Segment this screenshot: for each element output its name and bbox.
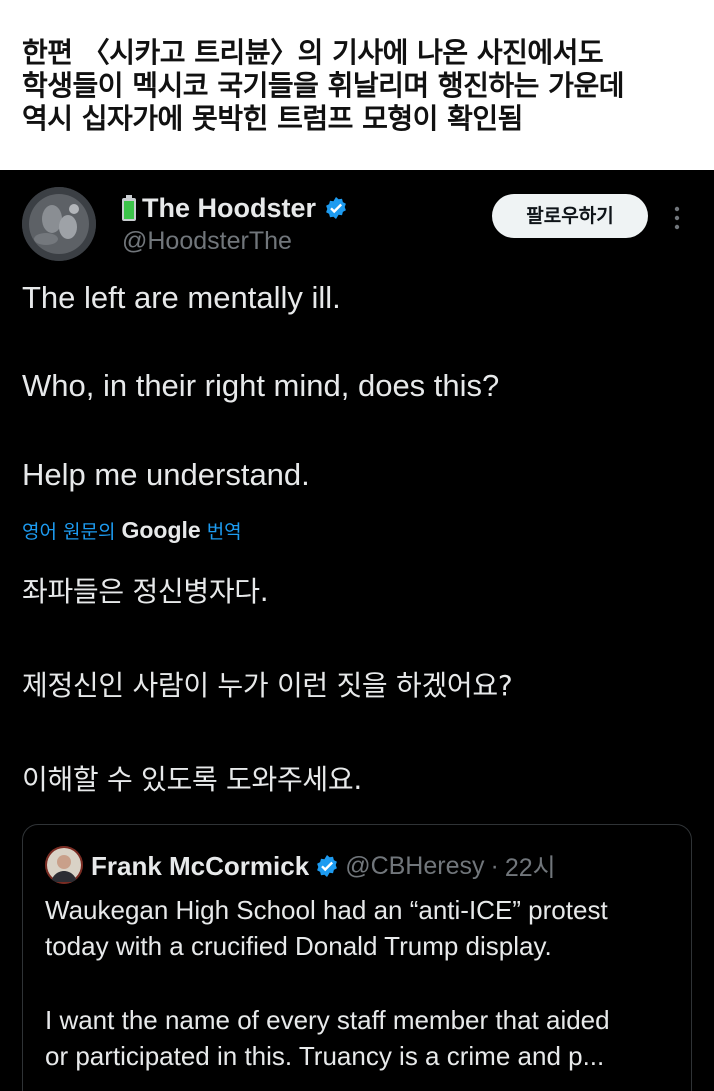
tweet-text-line-3: Help me understand.: [22, 457, 310, 492]
tweet-text-line-1: The left are mentally ill.: [22, 280, 341, 315]
caption-line-3: 역시 십자가에 못박힌 트럼프 모형이 확인됨: [22, 102, 523, 135]
caption-line-1: 한편 〈시카고 트리뷴〉의 기사에 나온 사진에서도: [22, 36, 604, 69]
translated-line-2: 제정신인 사람이 누가 이런 짓을 하겠어요?: [22, 669, 513, 702]
more-vertical-icon[interactable]: [672, 205, 682, 231]
caption-line-2: 학생들이 멕시코 국기들을 휘날리며 행진하는 가운데: [22, 69, 624, 102]
follow-button[interactable]: 팔로우하기: [492, 194, 648, 238]
translation-suffix: 번역: [206, 521, 242, 543]
quoted-text-line-1: Waukegan High School had an “anti-ICE” p…: [45, 895, 608, 925]
quoted-timestamp[interactable]: 22시: [505, 848, 556, 884]
avatar[interactable]: [22, 187, 96, 261]
translated-line-1: 좌파들은 정신병자다.: [22, 575, 269, 608]
quoted-avatar[interactable]: [45, 846, 83, 884]
translated-line-3: 이해할 수 있도록 도와주세요.: [22, 763, 362, 796]
quoted-handle[interactable]: @CBHeresy: [345, 852, 484, 881]
verified-badge-icon: [315, 854, 339, 878]
quoted-author-row[interactable]: Frank McCormick @CBHeresy · 22시: [91, 848, 556, 884]
translation-attribution[interactable]: 영어 원문의 Google 번역: [22, 517, 242, 544]
battery-icon: [122, 195, 136, 221]
google-logo: Google: [121, 517, 201, 543]
quoted-display-name[interactable]: Frank McCormick: [91, 851, 309, 882]
caption-banner: 한편 〈시카고 트리뷴〉의 기사에 나온 사진에서도 학생들이 멕시코 국기들을…: [0, 0, 714, 170]
verified-badge-icon: [324, 196, 348, 220]
quoted-text-line-2: today with a crucified Donald Trump disp…: [45, 931, 552, 961]
author-handle[interactable]: @HoodsterThe: [122, 227, 292, 256]
author-name-row[interactable]: The Hoodster: [122, 192, 348, 224]
quoted-tweet-card[interactable]: Frank McCormick @CBHeresy · 22시 Waukegan…: [22, 824, 692, 1091]
quoted-text-line-3: I want the name of every staff member th…: [45, 1005, 610, 1035]
quoted-text-line-4: or participated in this. Truancy is a cr…: [45, 1041, 605, 1071]
tweet-screenshot: The Hoodster @HoodsterThe 팔로우하기 The left…: [0, 170, 714, 1091]
quoted-separator: ·: [490, 851, 499, 880]
author-display-name[interactable]: The Hoodster: [142, 193, 316, 224]
tweet-text-line-2: Who, in their right mind, does this?: [22, 368, 500, 403]
translation-prefix: 영어 원문의: [22, 521, 116, 543]
